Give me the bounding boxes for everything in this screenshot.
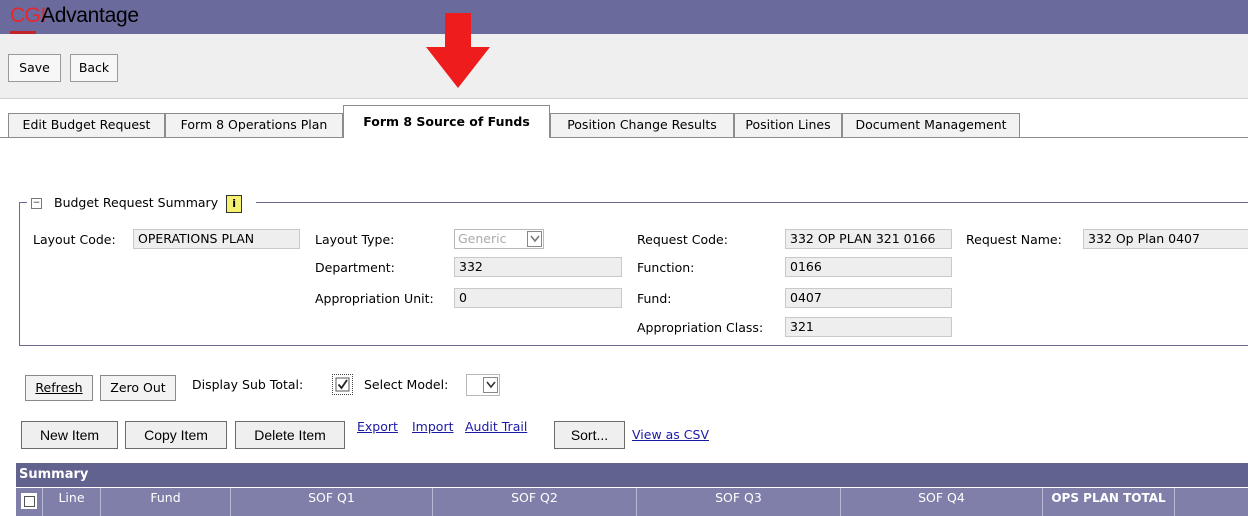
audit-trail-link[interactable]: Audit Trail — [465, 419, 527, 434]
logo-advantage: Advantage — [41, 4, 139, 27]
layout-code-field: OPERATIONS PLAN — [133, 229, 300, 249]
appropriation-class-field: 321 — [785, 317, 952, 337]
column-header-sof-q3[interactable]: SOF Q3 — [636, 488, 840, 516]
checkmark-icon — [335, 377, 350, 392]
sort-button[interactable]: Sort... — [554, 421, 625, 449]
tab-edit-budget-request[interactable]: Edit Budget Request — [8, 113, 165, 137]
request-code-label: Request Code: — [637, 232, 728, 247]
function-label: Function: — [637, 260, 695, 275]
department-label: Department: — [315, 260, 395, 275]
delete-item-button[interactable]: Delete Item — [235, 421, 345, 449]
view-as-csv-link[interactable]: View as CSV — [632, 427, 709, 442]
request-code-field: 332 OP PLAN 321 0166 — [785, 229, 952, 249]
new-item-label: New Item — [39, 427, 100, 443]
tab-document-management[interactable]: Document Management — [842, 113, 1020, 137]
tab-label: Document Management — [855, 117, 1007, 132]
request-name-label: Request Name: — [966, 232, 1062, 247]
select-all-checkbox[interactable] — [21, 493, 37, 509]
budget-summary-legend: − Budget Request Summary i — [27, 193, 257, 213]
layout-type-select[interactable]: Generic — [454, 229, 544, 249]
column-header-sof-q4[interactable]: SOF Q4 — [840, 488, 1042, 516]
column-header-extra — [1174, 488, 1248, 516]
department-field: 332 — [454, 257, 622, 277]
save-button[interactable]: Save — [8, 54, 61, 82]
refresh-label: Refresh — [35, 380, 83, 395]
tab-label: Form 8 Source of Funds — [363, 114, 530, 129]
fund-field: 0407 — [785, 288, 952, 308]
chevron-down-icon — [483, 377, 498, 393]
function-field: 0166 — [785, 257, 952, 277]
summary-title: Summary — [19, 467, 89, 482]
refresh-button[interactable]: Refresh — [25, 375, 93, 401]
info-icon[interactable]: i — [226, 194, 243, 213]
select-model-select[interactable] — [466, 374, 500, 396]
appropriation-unit-field: 0 — [454, 288, 622, 308]
app-header — [0, 0, 1248, 34]
tab-label: Position Change Results — [567, 117, 717, 132]
back-button-label: Back — [78, 60, 110, 75]
tab-form8-operations-plan[interactable]: Form 8 Operations Plan — [165, 113, 343, 137]
display-sub-total-checkbox[interactable] — [332, 374, 353, 395]
tab-position-lines[interactable]: Position Lines — [734, 113, 842, 137]
minus-icon[interactable]: − — [31, 198, 42, 209]
column-header-fund[interactable]: Fund — [100, 488, 230, 516]
new-item-button[interactable]: New Item — [21, 421, 118, 449]
copy-item-button[interactable]: Copy Item — [125, 421, 227, 449]
column-header-ops-plan-total[interactable]: OPS PLAN TOTAL — [1042, 488, 1174, 516]
sort-label: Sort... — [570, 427, 609, 443]
copy-item-label: Copy Item — [144, 427, 208, 443]
toolbar — [0, 34, 1248, 98]
display-sub-total-label: Display Sub Total: — [192, 377, 304, 392]
export-link[interactable]: Export — [357, 419, 398, 434]
tab-strip-line — [0, 137, 1248, 138]
tab-position-change-results[interactable]: Position Change Results — [550, 113, 734, 137]
tab-label: Edit Budget Request — [22, 117, 151, 132]
appropriation-class-label: Appropriation Class: — [637, 320, 764, 335]
appropriation-unit-label: Appropriation Unit: — [315, 291, 434, 306]
layout-code-label: Layout Code: — [33, 232, 116, 247]
layout-type-label: Layout Type: — [315, 232, 395, 247]
select-model-label: Select Model: — [364, 377, 449, 392]
toolbar-divider — [0, 98, 1248, 99]
column-header-line[interactable]: Line — [42, 488, 100, 516]
back-button[interactable]: Back — [70, 54, 118, 82]
column-header-sof-q2[interactable]: SOF Q2 — [432, 488, 636, 516]
save-button-label: Save — [19, 60, 50, 75]
layout-type-value: Generic — [458, 231, 507, 246]
summary-grid-title: Summary — [16, 463, 1248, 487]
budget-summary-panel — [19, 202, 1248, 346]
tab-form8-source-of-funds[interactable]: Form 8 Source of Funds — [343, 105, 550, 138]
red-down-arrow-icon — [426, 13, 490, 88]
zero-out-button[interactable]: Zero Out — [100, 375, 176, 401]
chevron-down-icon — [527, 231, 542, 247]
fund-label: Fund: — [637, 291, 672, 306]
import-link[interactable]: Import — [412, 419, 454, 434]
tab-label: Form 8 Operations Plan — [180, 117, 328, 132]
delete-item-label: Delete Item — [254, 427, 326, 443]
tab-label: Position Lines — [745, 117, 831, 132]
request-name-field: 332 Op Plan 0407 — [1083, 229, 1248, 249]
zero-out-label: Zero Out — [110, 380, 166, 395]
section-title: Budget Request Summary — [54, 195, 219, 210]
column-header-sof-q1[interactable]: SOF Q1 — [230, 488, 432, 516]
